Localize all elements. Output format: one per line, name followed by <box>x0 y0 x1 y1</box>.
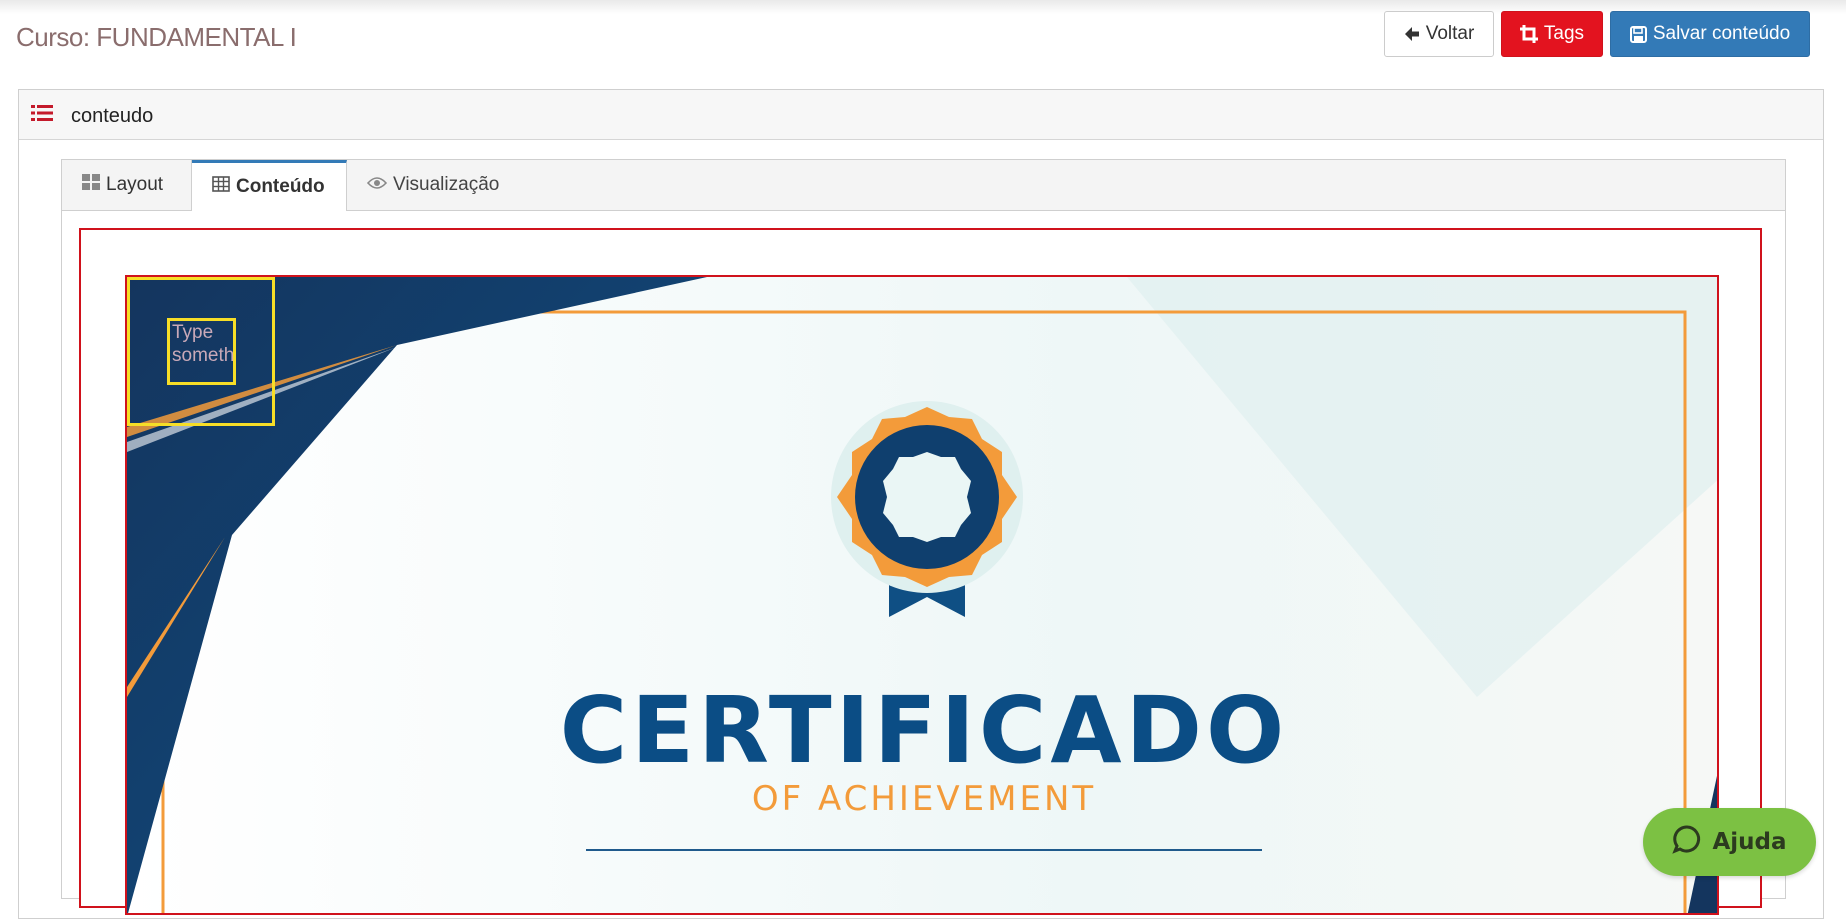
list-icon <box>31 104 53 127</box>
certificate-title: CERTIFICADO <box>559 677 1289 784</box>
page-title: Curso: FUNDAMENTAL I <box>16 22 297 52</box>
ajuda-help-button[interactable]: Ajuda <box>1643 808 1816 876</box>
tab-conteudo[interactable]: Conteúdo <box>192 160 347 211</box>
tags-button[interactable]: Tags <box>1501 11 1603 57</box>
certificate-canvas[interactable]: CERTIFICADO OF ACHIEVEMENT <box>125 275 1719 915</box>
signature-line <box>586 849 1262 851</box>
th-large-icon <box>82 174 100 196</box>
chat-bubble-icon <box>1672 824 1702 860</box>
tab-visualizacao-label: Visualização <box>393 174 500 195</box>
voltar-button[interactable]: Voltar <box>1384 11 1494 57</box>
crop-icon <box>1519 25 1538 43</box>
save-icon <box>1629 25 1647 43</box>
certificate-background <box>127 277 1717 913</box>
voltar-button-label: Voltar <box>1425 23 1475 44</box>
tab-layout-label: Layout <box>106 174 164 195</box>
panel-heading-label: conteudo <box>71 105 154 127</box>
tab-visualizacao[interactable]: Visualização <box>347 160 527 210</box>
salvar-conteudo-button[interactable]: Salvar conteúdo <box>1610 11 1810 57</box>
salvar-button-label: Salvar conteúdo <box>1652 23 1791 44</box>
help-label: Ajuda <box>1712 829 1787 855</box>
tags-button-label: Tags <box>1543 23 1585 44</box>
certificate-subtitle: OF ACHIEVEMENT <box>751 779 1097 819</box>
tab-bar: Layout Conteúdo Visualização <box>62 160 1785 211</box>
tab-layout[interactable]: Layout <box>62 160 192 210</box>
table-icon <box>212 176 230 198</box>
eye-icon <box>366 174 388 196</box>
arrow-left-icon <box>1404 26 1420 42</box>
panel-heading: conteudo <box>19 90 1823 140</box>
text-box[interactable]: Type someth <box>167 318 236 385</box>
text-box-placeholder: Type someth <box>172 322 235 366</box>
tab-conteudo-label: Conteúdo <box>236 176 325 197</box>
